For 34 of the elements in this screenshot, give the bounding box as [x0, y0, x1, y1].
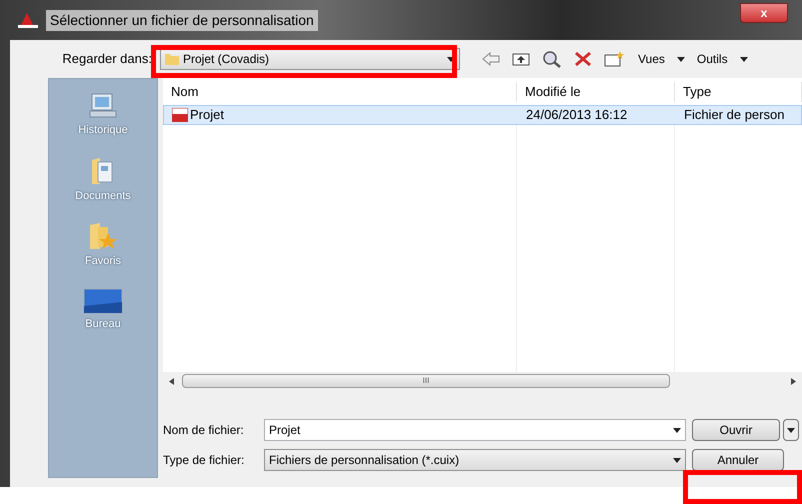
cancel-button[interactable]: Annuler: [692, 449, 784, 471]
back-arrow-icon[interactable]: [482, 52, 500, 66]
column-header[interactable]: Type: [675, 82, 802, 102]
close-button[interactable]: x: [740, 3, 788, 23]
file-icon: [172, 108, 188, 122]
filetype-label: Type de fichier:: [163, 452, 246, 469]
new-folder-icon[interactable]: [604, 51, 624, 67]
filetype-dropdown[interactable]: Fichiers de personnalisation (*.cuix): [264, 449, 686, 471]
window-title: Sélectionner un fichier de personnalisation: [46, 10, 318, 30]
folder-icon: [165, 53, 179, 65]
table-cell-text: Fichier de person: [684, 106, 784, 124]
horizontal-scrollbar[interactable]: III: [163, 372, 802, 390]
filename-label: Nom de fichier:: [163, 422, 245, 439]
look-in-label: Regarder dans:: [61, 50, 153, 68]
table-cell-text: Projet: [190, 106, 224, 124]
scrollbar-thumb[interactable]: III: [182, 374, 670, 388]
computer-icon: [88, 92, 118, 120]
tools-menu[interactable]: Outils: [696, 50, 728, 68]
table-cell-text: 24/06/2013 16:12: [526, 106, 628, 124]
monitor-icon: [83, 288, 123, 314]
filename-field[interactable]: Projet: [264, 419, 686, 441]
scroll-right-icon[interactable]: [791, 378, 796, 384]
views-menu[interactable]: Vues: [638, 50, 665, 68]
scroll-left-icon[interactable]: [169, 378, 174, 384]
column-header[interactable]: Nom: [163, 82, 517, 102]
column-header[interactable]: Modifié le: [517, 82, 675, 102]
delete-icon[interactable]: [574, 51, 592, 67]
app-logo-icon: [18, 12, 38, 28]
folder-star-icon: [88, 221, 118, 252]
file-row[interactable]: Projet 24/06/2013 16:12 Fichier de person: [163, 105, 802, 125]
open-button[interactable]: Ouvrir: [692, 419, 780, 441]
folder-up-icon[interactable]: [512, 52, 530, 66]
open-options-button[interactable]: [783, 419, 799, 441]
search-icon[interactable]: [542, 50, 562, 68]
